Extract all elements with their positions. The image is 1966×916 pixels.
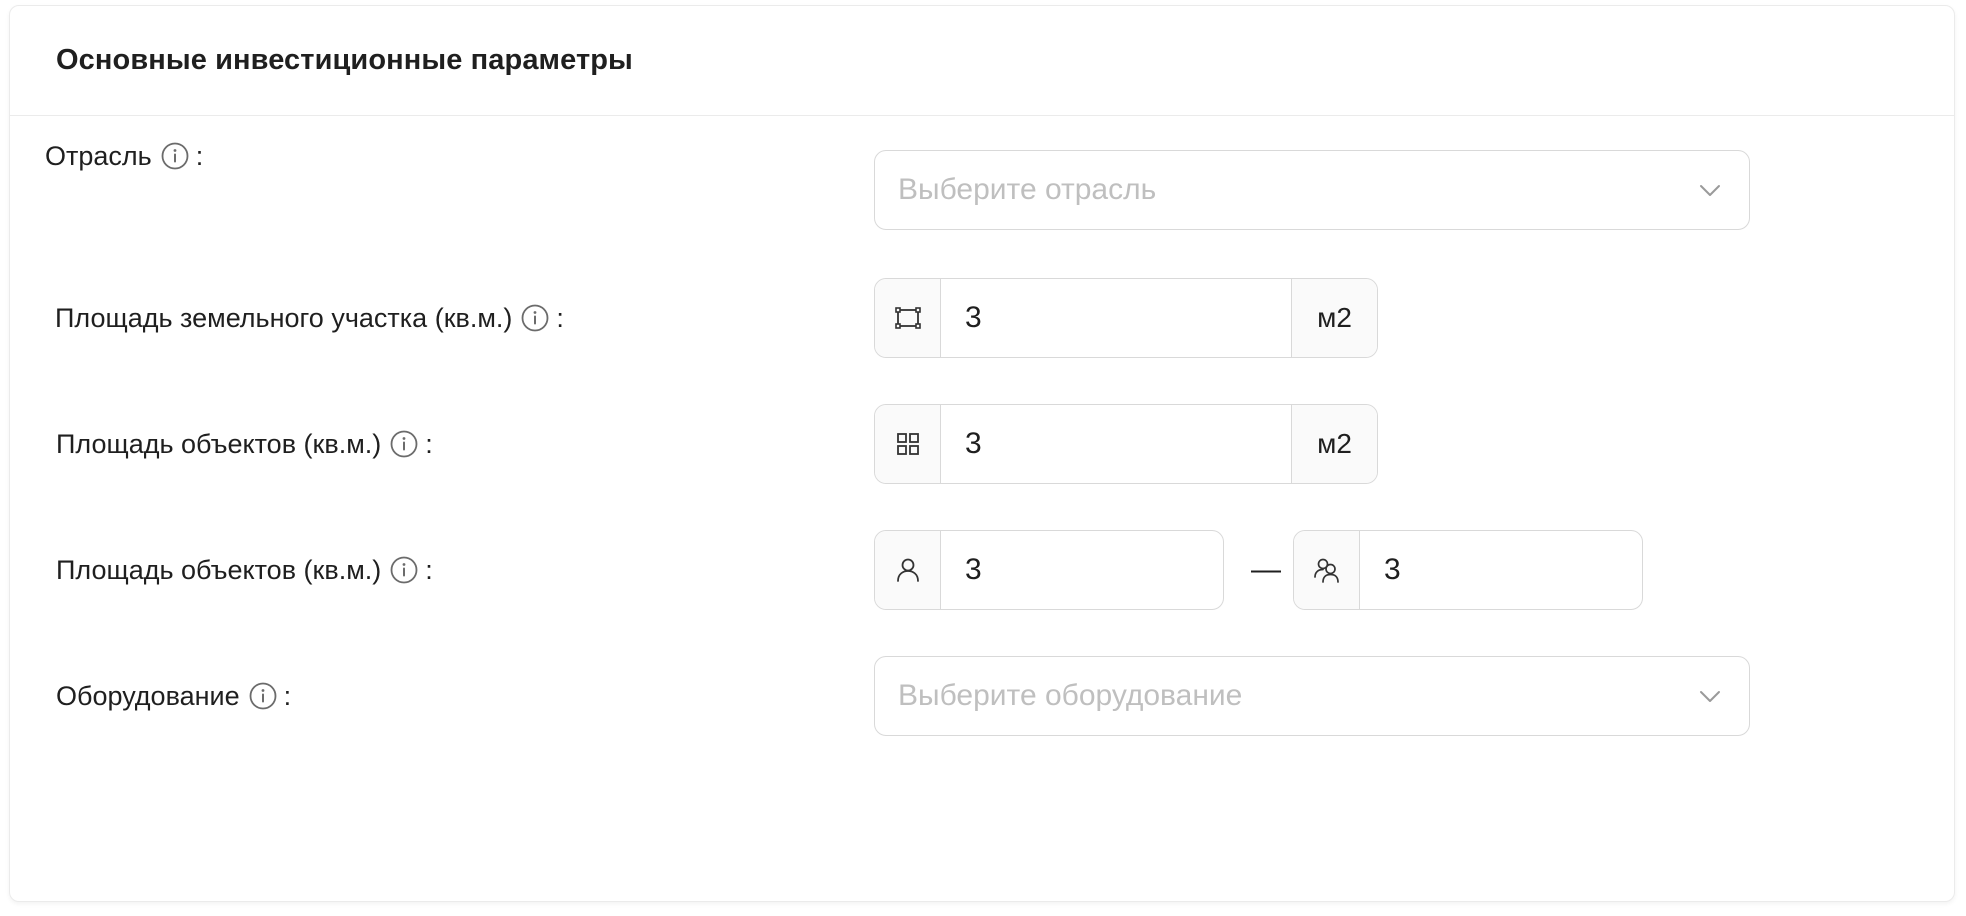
objects-area-input[interactable]: 3 bbox=[941, 405, 1291, 483]
label-colon: : bbox=[425, 554, 433, 585]
objects-area-label-text: Площадь объектов (кв.м.) bbox=[56, 428, 382, 459]
equipment-select-placeholder: Выберите оборудование bbox=[898, 679, 1243, 712]
card-title: Основные инвестиционные параметры bbox=[56, 44, 633, 76]
label-colon: : bbox=[556, 302, 564, 333]
label-colon: : bbox=[195, 140, 204, 171]
info-icon[interactable] bbox=[389, 429, 419, 459]
area-frame-icon bbox=[875, 279, 941, 357]
objects-area-range-label: Площадь объектов (кв.м.) : bbox=[56, 530, 433, 610]
land-area-unit: м2 bbox=[1291, 279, 1377, 357]
users-icon bbox=[1294, 531, 1360, 609]
user-icon bbox=[875, 531, 941, 609]
chevron-down-icon bbox=[1697, 683, 1723, 709]
investment-params-card: Основные инвестиционные параметры Отрасл… bbox=[9, 5, 1955, 902]
industry-select-placeholder: Выберите отрасль bbox=[898, 173, 1157, 206]
land-area-label: Площадь земельного участка (кв.м.) : bbox=[55, 278, 564, 358]
info-icon[interactable] bbox=[389, 555, 419, 585]
industry-label: Отрасль : bbox=[45, 116, 203, 196]
row-objects-area: Площадь объектов (кв.м.) : 3 м2 bbox=[10, 404, 1954, 484]
label-colon: : bbox=[425, 428, 433, 459]
equipment-label-text: Оборудование bbox=[56, 680, 240, 711]
industry-label-text: Отрасль bbox=[45, 140, 152, 171]
range-separator: — bbox=[1251, 553, 1281, 586]
row-objects-area-range: Площадь объектов (кв.м.) : 3 — 3 bbox=[10, 530, 1954, 610]
info-icon[interactable] bbox=[520, 303, 550, 333]
row-land-area: Площадь земельного участка (кв.м.) : 3 м… bbox=[10, 278, 1954, 358]
row-equipment: Оборудование : Выберите оборудование bbox=[10, 656, 1954, 736]
objects-area-label: Площадь объектов (кв.м.) : bbox=[56, 404, 433, 484]
grid-icon bbox=[875, 405, 941, 483]
card-header: Основные инвестиционные параметры bbox=[10, 6, 1954, 116]
range-to-input[interactable]: 3 bbox=[1360, 531, 1642, 609]
chevron-down-icon bbox=[1697, 177, 1723, 203]
industry-select[interactable]: Выберите отрасль bbox=[874, 150, 1750, 230]
range-from-input-group: 3 bbox=[874, 530, 1224, 610]
land-area-input[interactable]: 3 bbox=[941, 279, 1291, 357]
objects-area-range-label-text: Площадь объектов (кв.м.) bbox=[56, 554, 382, 585]
label-colon: : bbox=[283, 680, 292, 711]
land-area-input-group: 3 м2 bbox=[874, 278, 1378, 358]
equipment-label: Оборудование : bbox=[56, 656, 291, 736]
range-from-input[interactable]: 3 bbox=[941, 531, 1223, 609]
info-icon[interactable] bbox=[248, 681, 278, 711]
range-to-input-group: 3 bbox=[1293, 530, 1643, 610]
objects-area-input-group: 3 м2 bbox=[874, 404, 1378, 484]
objects-area-unit: м2 bbox=[1291, 405, 1377, 483]
equipment-select[interactable]: Выберите оборудование bbox=[874, 656, 1750, 736]
land-area-label-text: Площадь земельного участка (кв.м.) bbox=[55, 302, 513, 333]
row-industry: Отрасль : Выберите отрасль bbox=[10, 116, 1954, 230]
info-icon[interactable] bbox=[160, 141, 190, 171]
